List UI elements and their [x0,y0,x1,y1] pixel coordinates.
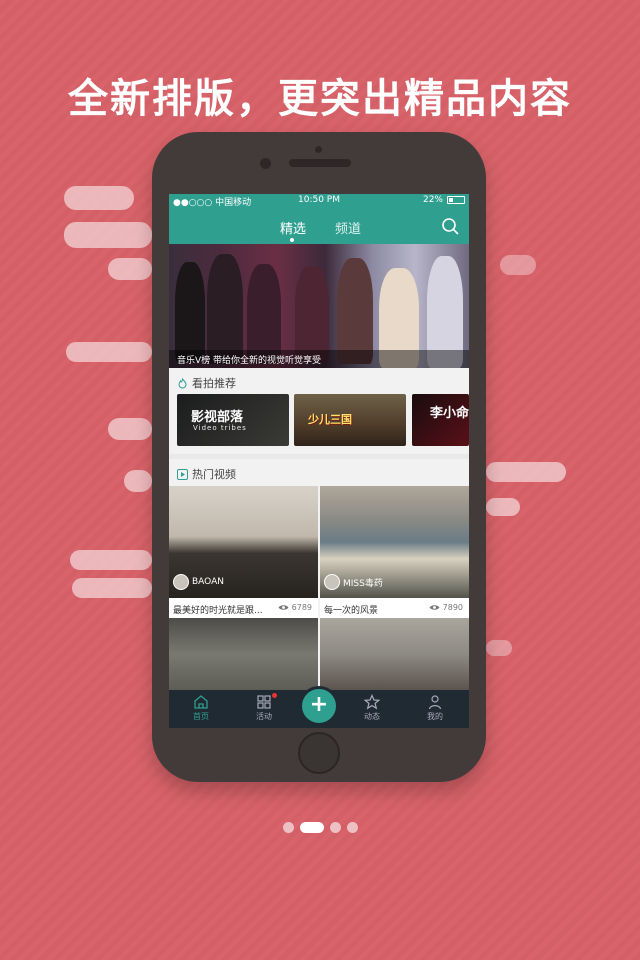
star-icon [364,694,380,710]
video-thumbnail[interactable]: BAOAN [169,486,318,598]
video-title: 每一次的风景 [324,606,379,616]
active-tab-indicator [290,238,294,242]
video-thumbnail[interactable]: MISS毒药 [320,486,469,598]
front-camera [260,158,271,169]
hot-section-title: 热门视频 [177,466,236,482]
view-count: 6789 [278,603,312,612]
decor-stroke [486,498,520,516]
recommend-card-title: 李小命 [430,406,469,421]
view-count-value: 7890 [442,603,463,612]
video-author[interactable]: MISS毒药 [324,574,383,590]
page-indicator [0,822,640,833]
tabbar-mine[interactable]: 我的 [415,694,455,722]
bottom-tabbar: 首页 活动 + 动态 我的 [169,686,469,728]
earpiece-speaker [289,159,351,167]
recommend-section-title: 看拍推荐 [177,375,236,391]
status-bar: ●●○○○ 中国移动 10:50 PM 22% [169,194,469,208]
grid-icon [257,695,271,709]
banner-figure [247,264,281,364]
section-divider [169,454,469,459]
author-name: BAOAN [192,577,224,587]
battery-icon [447,196,465,204]
avatar [173,574,189,590]
video-thumbnail[interactable] [169,618,318,698]
app-screen: ●●○○○ 中国移动 10:50 PM 22% 精选 频道 音乐V榜 带给你全新… [169,194,469,728]
decor-stroke [486,462,566,482]
video-author[interactable]: BAOAN [173,574,224,590]
notification-dot [272,693,277,698]
recommend-card-subtitle: Video tribes [193,424,247,432]
banner-caption: 音乐V榜 带给你全新的视觉听觉享受 [169,350,469,368]
video-meta[interactable]: 最美好的时光就是跟... 6789 [169,598,318,618]
person-icon [428,695,442,710]
tab-featured[interactable]: 精选 [280,218,306,237]
recommend-card[interactable]: 少儿三国 [294,394,406,446]
eye-icon [429,605,440,610]
headline: 全新排版，更突出精品内容 [68,76,572,122]
decor-stroke [72,578,152,598]
tabbar-label: 活动 [256,712,272,721]
tabbar-label: 我的 [427,712,443,721]
decor-stroke [64,222,152,248]
hot-title: 热门视频 [192,468,236,481]
decor-stroke [500,255,536,275]
decor-stroke [486,640,512,656]
video-meta[interactable]: 每一次的风景 7890 [320,598,469,618]
tabbar-label: 动态 [364,712,380,721]
featured-banner[interactable]: 音乐V榜 带给你全新的视觉听觉享受 [169,244,469,368]
tabbar-home[interactable]: 首页 [181,694,221,722]
video-title: 最美好的时光就是跟... [173,606,263,616]
recommend-card-title: 少儿三国 [308,413,352,426]
decor-stroke [64,186,134,210]
banner-figure [337,258,373,364]
banner-figure [207,254,243,364]
view-count-value: 6789 [291,603,312,612]
home-icon [194,695,208,709]
tabbar-label: 首页 [193,712,209,721]
tabbar-feed[interactable]: 动态 [352,694,392,722]
flame-icon [178,377,187,388]
recommend-card[interactable]: 李小命 [412,394,469,446]
play-icon [177,468,188,480]
view-count: 7890 [429,603,463,612]
decor-stroke [124,470,152,492]
recommend-title: 看拍推荐 [192,377,236,390]
page-dot[interactable] [329,822,341,833]
video-thumbnail[interactable] [320,618,469,698]
page-dot[interactable] [346,822,358,833]
status-right: 22% [423,195,465,205]
banner-figure [175,262,205,362]
top-nav: 精选 频道 [169,208,469,244]
tabbar-activity[interactable]: 活动 [244,694,284,722]
decor-stroke [108,418,152,440]
battery-percent: 22% [422,195,443,205]
recommend-card-title: 影视部落 [191,410,244,425]
page-dot[interactable] [282,822,294,833]
create-button[interactable]: + [299,686,339,726]
banner-figure [295,266,329,362]
page-dot-active[interactable] [299,822,324,833]
decor-stroke [66,342,152,362]
decor-stroke [70,550,152,570]
avatar [324,574,340,590]
search-icon[interactable] [441,217,459,235]
recommend-card[interactable]: 影视部落 Video tribes [177,394,289,446]
phone-frame: ●●○○○ 中国移动 10:50 PM 22% 精选 频道 音乐V榜 带给你全新… [152,132,486,782]
home-button[interactable] [298,732,340,774]
decor-stroke [108,258,152,280]
tab-channels[interactable]: 频道 [335,218,361,237]
author-name: MISS毒药 [343,578,383,589]
proximity-sensor [315,146,322,153]
eye-icon [278,605,289,610]
